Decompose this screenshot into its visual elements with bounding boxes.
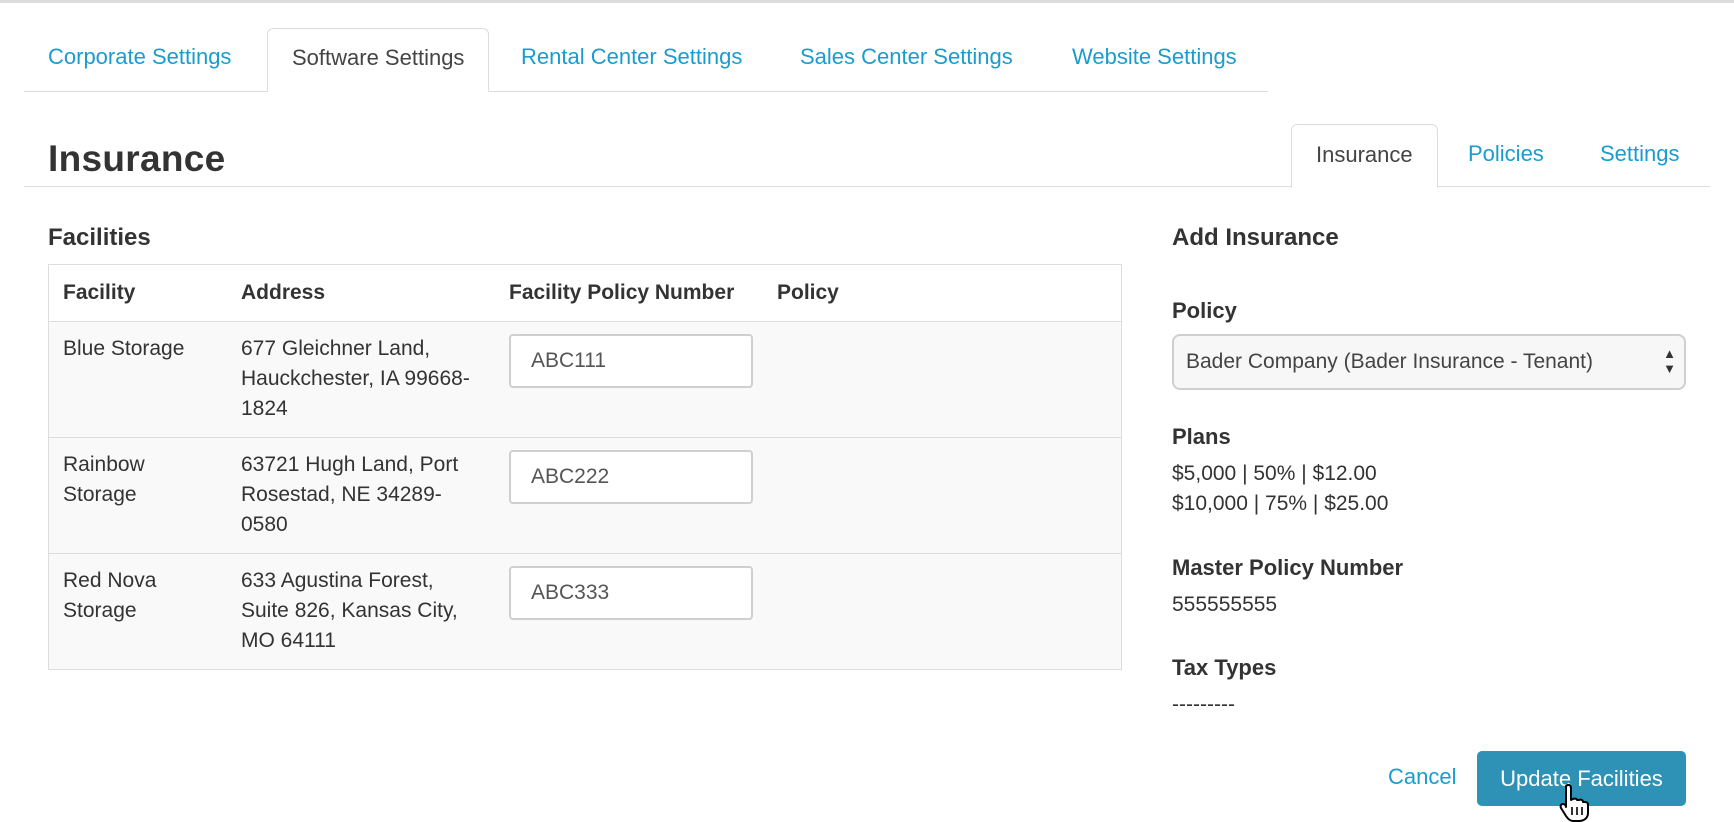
header-divider — [24, 186, 1710, 187]
tab-sales-center-settings[interactable]: Sales Center Settings — [800, 28, 1013, 91]
policy-select-value: Bader Company (Bader Insurance - Tenant) — [1186, 350, 1593, 373]
column-header-facility-policy-number: Facility Policy Number — [509, 281, 735, 304]
policy-select[interactable]: Bader Company (Bader Insurance - Tenant)… — [1172, 334, 1686, 390]
facilities-table: Facility Address Facility Policy Number … — [48, 264, 1122, 670]
facility-policy — [763, 334, 1121, 437]
column-header-facility: Facility — [63, 281, 136, 304]
table-row: Blue Storage 677 Gleichner Land, Hauckch… — [49, 321, 1121, 437]
facility-address: 63721 Hugh Land, Port Rosestad, NE 34289… — [241, 453, 459, 536]
tab-settings[interactable]: Settings — [1600, 124, 1680, 187]
facility-policy-number-input[interactable] — [509, 334, 753, 388]
facility-policy-number-input[interactable] — [509, 450, 753, 504]
tax-types-label: Tax Types — [1172, 655, 1277, 680]
tab-insurance[interactable]: Insurance — [1291, 124, 1438, 188]
plan-item: $5,000 | 50% | $12.00 — [1172, 462, 1377, 485]
master-policy-label: Master Policy Number — [1172, 555, 1404, 580]
facility-address: 677 Gleichner Land, Hauckchester, IA 996… — [241, 337, 470, 420]
tab-rental-center-settings[interactable]: Rental Center Settings — [521, 28, 742, 91]
column-header-address: Address — [241, 281, 326, 304]
facility-policy-number-input[interactable] — [509, 566, 753, 620]
tab-software-settings[interactable]: Software Settings — [267, 28, 490, 92]
hand-pointer-cursor-icon — [1559, 784, 1589, 822]
tax-types-value: --------- — [1172, 693, 1235, 716]
table-header: Facility Address Facility Policy Number … — [49, 265, 1121, 321]
policy-number-cell — [495, 566, 763, 669]
column-header-policy: Policy — [777, 281, 839, 304]
tab-corporate-settings[interactable]: Corporate Settings — [48, 28, 231, 91]
page-title: Insurance — [48, 138, 226, 179]
facility-address: 633 Agustina Forest, Suite 826, Kansas C… — [241, 569, 458, 652]
policy-number-cell — [495, 334, 763, 437]
facility-name: Blue Storage — [63, 337, 185, 360]
top-border — [0, 0, 1734, 3]
facility-policy — [763, 450, 1121, 553]
table-row: Red Nova Storage 633 Agustina Forest, Su… — [49, 553, 1121, 669]
select-arrows-icon: ▲ ▼ — [1663, 346, 1676, 376]
facility-name: Rainbow Storage — [63, 453, 145, 506]
tab-policies[interactable]: Policies — [1468, 124, 1544, 187]
facility-policy — [763, 566, 1121, 669]
plan-item: $10,000 | 75% | $25.00 — [1172, 492, 1389, 515]
plans-label: Plans — [1172, 424, 1231, 449]
facility-name: Red Nova Storage — [63, 569, 157, 622]
settings-tabs: Corporate Settings Software Settings Ren… — [24, 28, 1268, 92]
add-insurance-heading: Add Insurance — [1172, 224, 1339, 251]
policy-label: Policy — [1172, 298, 1237, 323]
tab-website-settings[interactable]: Website Settings — [1072, 28, 1237, 91]
table-row: Rainbow Storage 63721 Hugh Land, Port Ro… — [49, 437, 1121, 553]
policy-number-cell — [495, 450, 763, 553]
master-policy-value: 555555555 — [1172, 593, 1278, 616]
facilities-heading: Facilities — [48, 224, 151, 251]
cancel-link[interactable]: Cancel — [1388, 764, 1456, 790]
